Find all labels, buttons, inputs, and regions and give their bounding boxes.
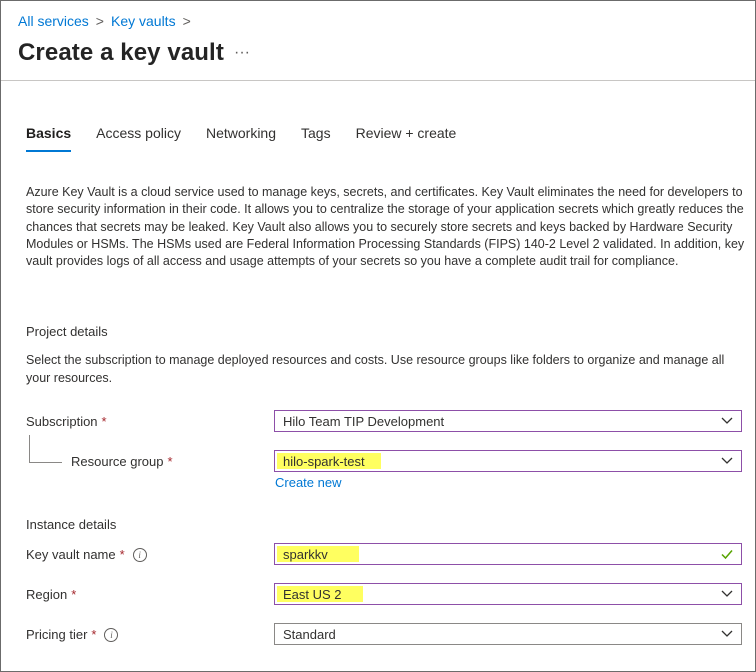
chevron-down-icon bbox=[721, 630, 733, 637]
resource-group-value: hilo-spark-test bbox=[283, 453, 365, 469]
region-label: Region * bbox=[26, 587, 76, 602]
required-marker: * bbox=[119, 547, 125, 562]
required-marker: * bbox=[71, 587, 77, 602]
required-marker: * bbox=[167, 454, 173, 469]
intro-description: Azure Key Vault is a cloud service used … bbox=[26, 185, 745, 269]
chevron-down-icon bbox=[721, 417, 733, 424]
create-key-vault-panel: All services > Key vaults > Create a key… bbox=[0, 0, 756, 672]
tab-bar: Basics Access policy Networking Tags Rev… bbox=[26, 125, 481, 152]
checkmark-icon bbox=[721, 550, 733, 560]
key-vault-name-input[interactable]: sparkkv bbox=[274, 543, 742, 565]
more-options-icon[interactable]: ··· bbox=[234, 44, 250, 62]
pricing-tier-value: Standard bbox=[283, 626, 336, 642]
breadcrumb-separator: > bbox=[182, 13, 191, 29]
info-icon[interactable]: i bbox=[104, 627, 119, 642]
instance-details-heading: Instance details bbox=[26, 517, 117, 532]
project-details-heading: Project details bbox=[26, 324, 108, 339]
pricing-tier-label: Pricing tier * i bbox=[26, 627, 119, 642]
key-vault-name-label-text: Key vault name bbox=[26, 547, 116, 562]
project-details-description: Select the subscription to manage deploy… bbox=[26, 353, 725, 385]
chevron-down-icon bbox=[721, 590, 733, 597]
key-vault-name-value: sparkkv bbox=[283, 546, 328, 562]
subscription-dropdown[interactable]: Hilo Team TIP Development bbox=[274, 410, 742, 432]
region-dropdown[interactable]: East US 2 bbox=[274, 583, 742, 605]
tab-access-policy[interactable]: Access policy bbox=[96, 125, 181, 151]
chevron-down-icon bbox=[721, 457, 733, 464]
subscription-label: Subscription * bbox=[26, 414, 107, 429]
tab-networking[interactable]: Networking bbox=[206, 125, 276, 151]
key-vault-name-label: Key vault name * i bbox=[26, 547, 147, 562]
tab-review-create[interactable]: Review + create bbox=[356, 125, 457, 151]
title-divider bbox=[1, 80, 755, 81]
info-icon[interactable]: i bbox=[132, 547, 147, 562]
subscription-value: Hilo Team TIP Development bbox=[283, 413, 445, 429]
tree-connector-vertical bbox=[29, 435, 30, 462]
create-new-link[interactable]: Create new bbox=[275, 475, 341, 490]
region-label-text: Region bbox=[26, 587, 68, 602]
page-title: Create a key vault bbox=[18, 39, 224, 66]
resource-group-dropdown[interactable]: hilo-spark-test bbox=[274, 450, 742, 472]
breadcrumb-separator: > bbox=[95, 13, 104, 29]
breadcrumb-key-vaults[interactable]: Key vaults bbox=[111, 13, 176, 29]
tab-tags[interactable]: Tags bbox=[301, 125, 331, 151]
subscription-label-text: Subscription bbox=[26, 414, 98, 429]
breadcrumb: All services > Key vaults > bbox=[18, 13, 198, 29]
resource-group-label-text: Resource group bbox=[71, 454, 164, 469]
pricing-tier-dropdown[interactable]: Standard bbox=[274, 623, 742, 645]
resource-group-label: Resource group * bbox=[71, 454, 173, 469]
region-value: East US 2 bbox=[283, 586, 342, 602]
pricing-tier-label-text: Pricing tier bbox=[26, 627, 88, 642]
required-marker: * bbox=[91, 627, 97, 642]
required-marker: * bbox=[101, 414, 107, 429]
breadcrumb-all-services[interactable]: All services bbox=[18, 13, 89, 29]
tree-connector-horizontal bbox=[29, 462, 62, 463]
tab-basics[interactable]: Basics bbox=[26, 125, 72, 152]
